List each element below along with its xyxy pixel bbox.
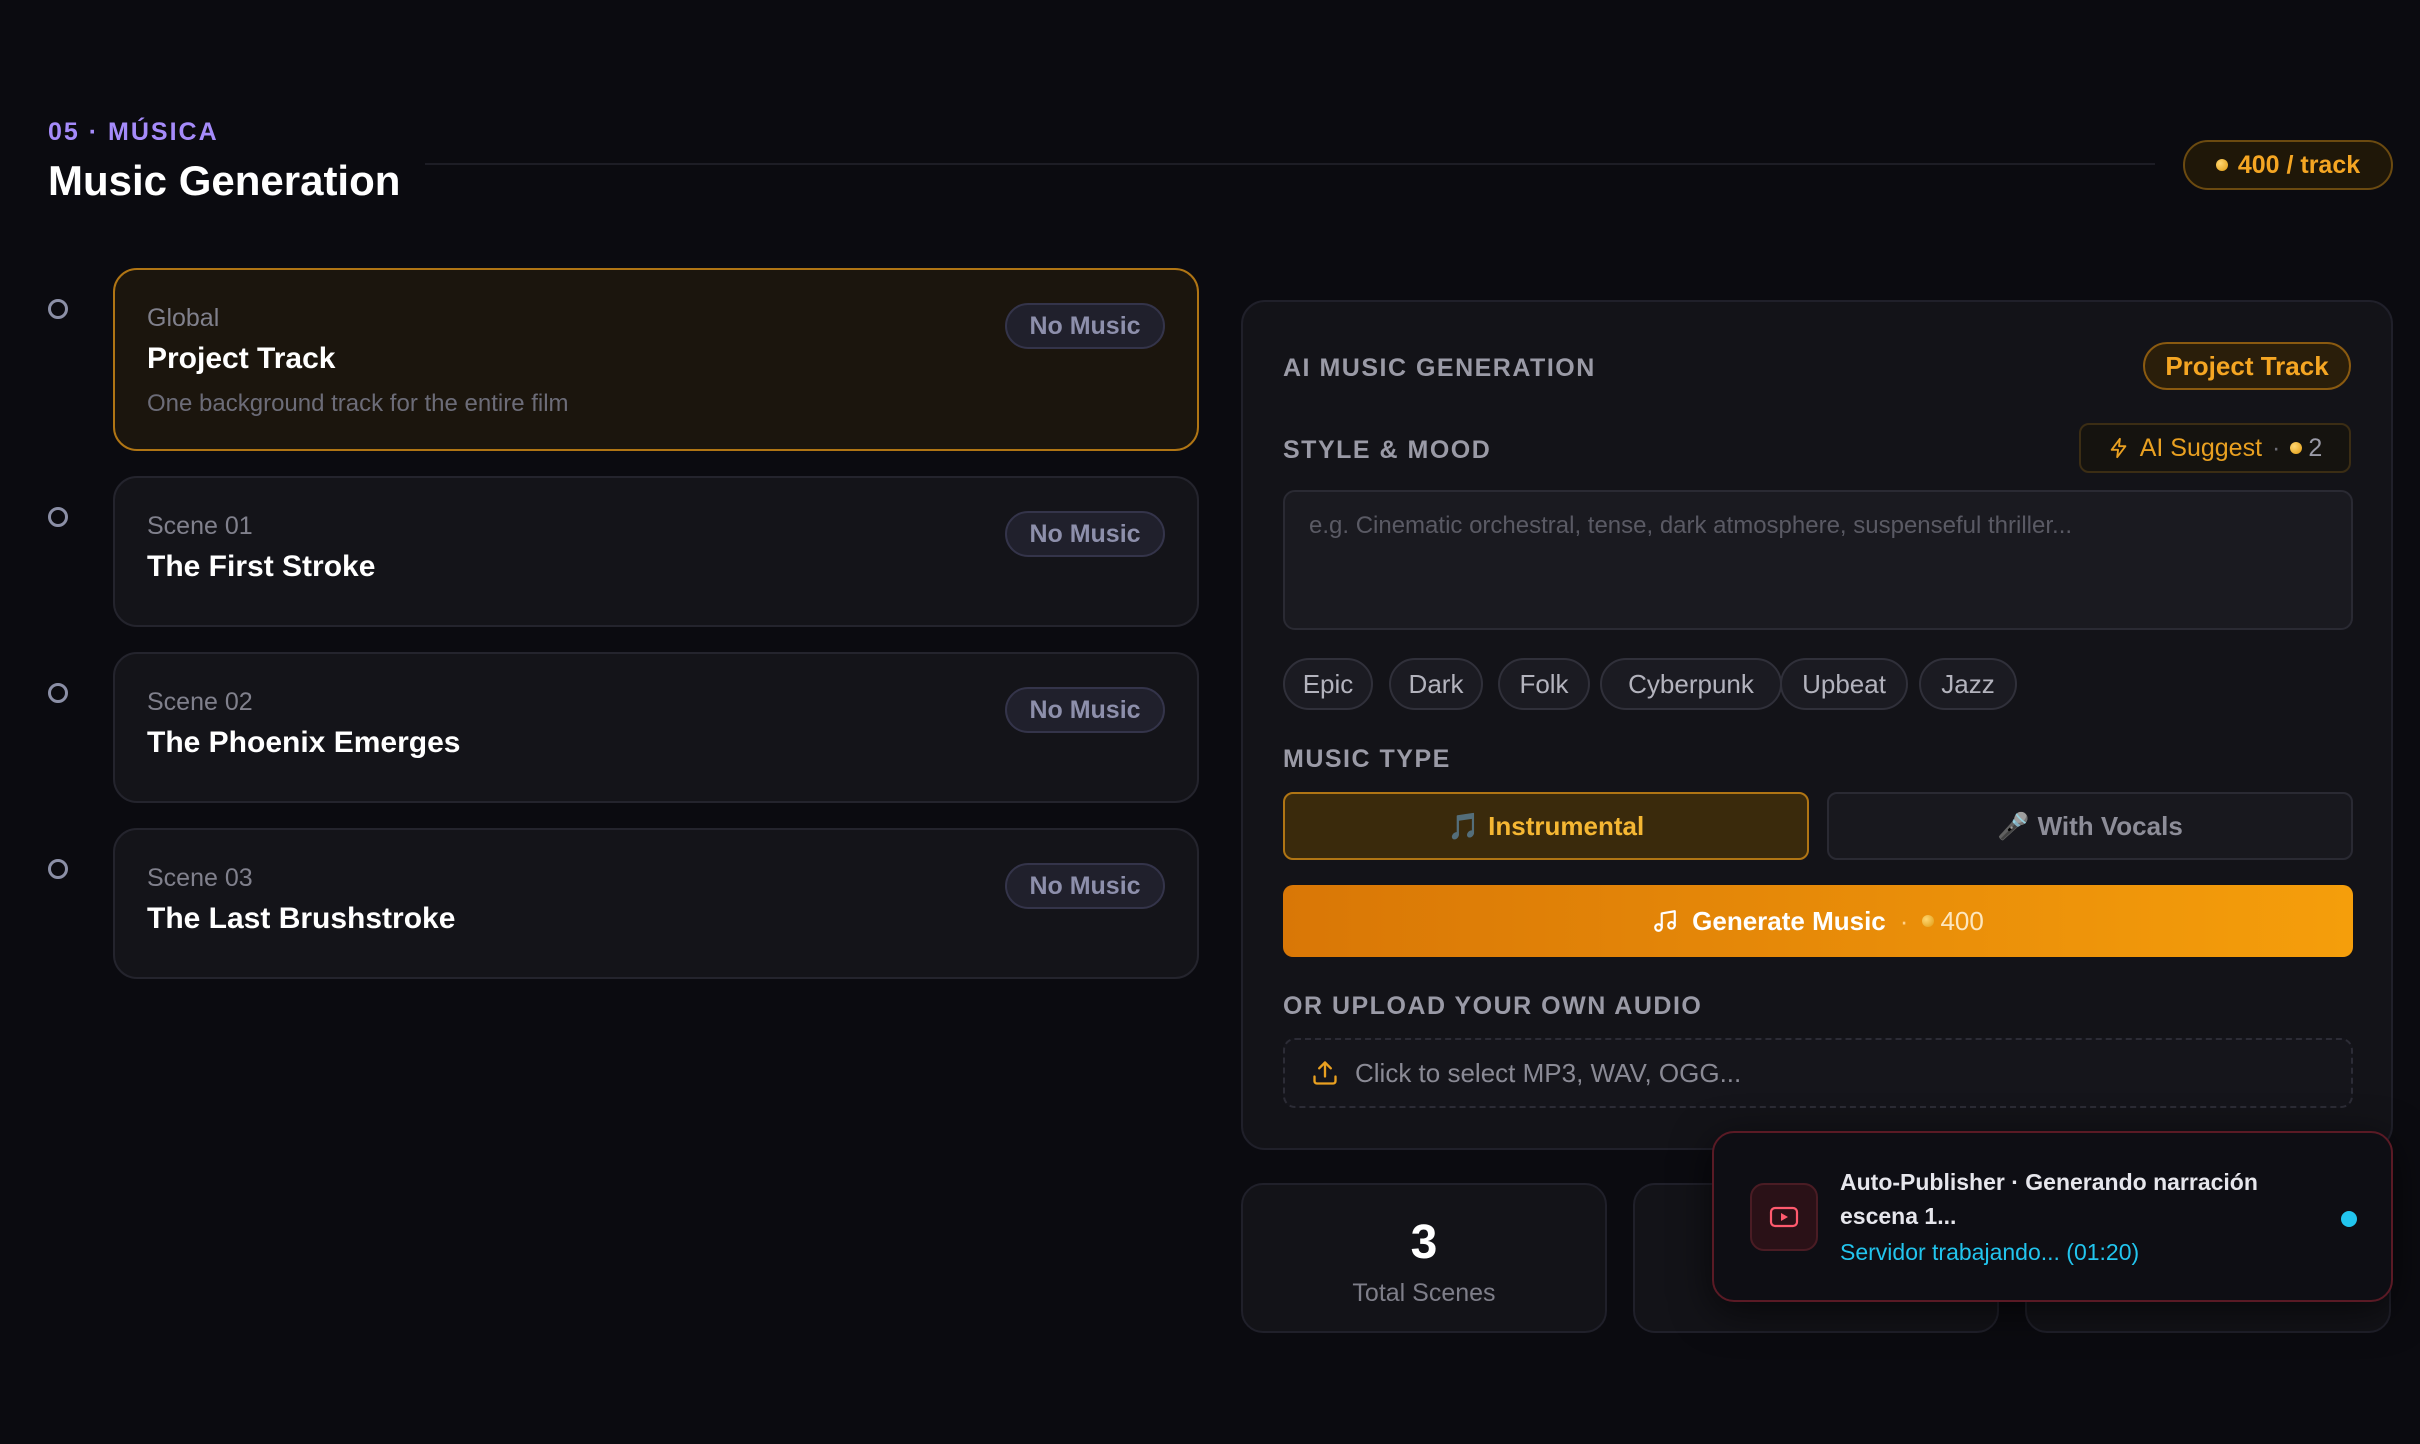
timeline-dot <box>48 683 68 703</box>
stat-value: 3 <box>1410 1216 1438 1269</box>
scene-kicker: Global <box>147 304 220 332</box>
scene-title: Project Track <box>147 342 336 375</box>
music-note-icon: 🎵 <box>1447 810 1481 841</box>
scene-card-scene-02[interactable]: Scene 02 The Phoenix Emerges No Music <box>113 652 1199 803</box>
timeline-dot <box>48 507 68 527</box>
style-mood-label: STYLE & MOOD <box>1283 436 1492 464</box>
upload-audio-dropzone[interactable]: Click to select MP3, WAV, OGG... <box>1283 1038 2353 1108</box>
scene-title: The Phoenix Emerges <box>147 726 461 759</box>
panel-heading: AI MUSIC GENERATION <box>1283 354 1596 382</box>
generate-music-label: Generate Music <box>1692 905 1886 936</box>
style-chip-dark[interactable]: Dark <box>1389 658 1483 710</box>
scene-kicker: Scene 02 <box>147 688 253 716</box>
style-chip-folk[interactable]: Folk <box>1498 658 1590 710</box>
with-vocals-option[interactable]: 🎤 With Vocals <box>1827 792 2353 860</box>
music-status-badge: No Music <box>1005 687 1165 733</box>
price-per-track-label: 400 / track <box>2237 150 2361 179</box>
style-chip-jazz[interactable]: Jazz <box>1919 658 2017 710</box>
timeline-dot <box>48 299 68 319</box>
style-chip-epic[interactable]: Epic <box>1283 658 1373 710</box>
target-track-badge: Project Track <box>2143 342 2351 390</box>
separator-dot: · <box>1899 905 1909 936</box>
auto-publisher-toast[interactable]: Auto-Publisher · Generando narración esc… <box>1712 1131 2393 1302</box>
ai-suggest-cost: 2 <box>2290 434 2322 463</box>
coin-icon <box>1922 915 1935 927</box>
generate-cost-value: 400 <box>1940 905 1984 936</box>
ai-music-generation-panel: AI MUSIC GENERATION Project Track STYLE … <box>1241 300 2393 1150</box>
instrumental-option[interactable]: 🎵 Instrumental <box>1283 792 1809 860</box>
music-generation-page: 05 · MÚSICA Music Generation 400 / track… <box>0 0 2420 1444</box>
ai-suggest-button[interactable]: AI Suggest · 2 <box>2079 423 2351 473</box>
separator-dot: · <box>2272 433 2281 462</box>
section-eyebrow: 05 · MÚSICA <box>48 118 219 146</box>
stat-label: Total Scenes <box>1352 1279 1496 1307</box>
style-chip-upbeat[interactable]: Upbeat <box>1780 658 1908 710</box>
upload-icon <box>1313 1061 1337 1085</box>
stat-card-total-scenes: 3 Total Scenes <box>1241 1183 1607 1333</box>
generate-cost: 400 <box>1922 905 1984 937</box>
scene-description: One background track for the entire film <box>147 390 569 417</box>
scene-card-scene-01[interactable]: Scene 01 The First Stroke No Music <box>113 476 1199 627</box>
scene-title: The First Stroke <box>147 550 376 583</box>
video-play-icon <box>1750 1183 1818 1251</box>
music-type-label: MUSIC TYPE <box>1283 745 1451 773</box>
header-divider <box>425 163 2155 165</box>
scene-kicker: Scene 01 <box>147 512 253 540</box>
instrumental-label: Instrumental <box>1488 810 1645 841</box>
music-note-icon <box>1654 910 1676 932</box>
coin-icon <box>2290 442 2303 454</box>
style-mood-input[interactable] <box>1283 490 2353 630</box>
music-status-badge: No Music <box>1005 863 1165 909</box>
with-vocals-label: With Vocals <box>2037 810 2183 841</box>
upload-label: OR UPLOAD YOUR OWN AUDIO <box>1283 992 1703 1020</box>
music-status-badge: No Music <box>1005 303 1165 349</box>
upload-hint: Click to select MP3, WAV, OGG... <box>1355 1057 1742 1088</box>
ai-suggest-label: AI Suggest <box>2139 433 2263 462</box>
style-chip-cyberpunk[interactable]: Cyberpunk <box>1600 658 1782 710</box>
toast-title: Auto-Publisher · Generando narración esc… <box>1840 1169 2258 1229</box>
lightning-icon <box>2110 437 2127 459</box>
status-indicator-dot <box>2341 1211 2357 1227</box>
microphone-icon: 🎤 <box>1997 810 2030 841</box>
scene-card-scene-03[interactable]: Scene 03 The Last Brushstroke No Music <box>113 828 1199 979</box>
coin-icon <box>2215 159 2228 171</box>
page-title: Music Generation <box>48 157 401 204</box>
toast-status: Servidor trabajando... (01:20) <box>1840 1239 2140 1265</box>
music-status-badge: No Music <box>1005 511 1165 557</box>
price-per-track-badge: 400 / track <box>2183 140 2393 190</box>
generate-music-button[interactable]: Generate Music · 400 <box>1283 885 2353 957</box>
timeline-dot <box>48 859 68 879</box>
ai-suggest-cost-value: 2 <box>2308 433 2323 462</box>
scene-kicker: Scene 03 <box>147 864 253 892</box>
scene-title: The Last Brushstroke <box>147 902 456 935</box>
scene-card-project-track[interactable]: Global Project Track One background trac… <box>113 268 1199 451</box>
